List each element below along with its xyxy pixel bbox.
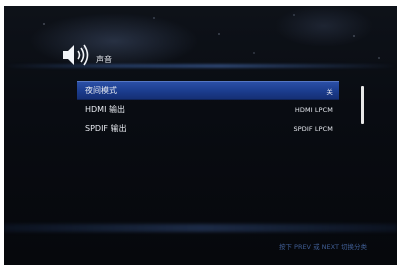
- menu-item-value: 关: [326, 87, 333, 96]
- settings-menu: 夜间模式 关 HDMI 输出 HDMI LPCM SPDIF 输出 SPDIF …: [77, 81, 339, 138]
- menu-item-label: SPDIF 输出: [85, 124, 127, 133]
- menu-item-label: HDMI 输出: [85, 105, 125, 114]
- navigation-hint: 按下 PREV 或 NEXT 切换分类: [278, 243, 367, 251]
- footer-glow-band: [4, 224, 397, 232]
- tv-screen: 声音 夜间模式 关 HDMI 输出 HDMI LPCM SPDIF 输出 SPD…: [4, 6, 397, 265]
- menu-item-spdif-output[interactable]: SPDIF 输出 SPDIF LPCM: [77, 119, 339, 138]
- speaker-icon: [61, 42, 91, 68]
- menu-item-label: 夜间模式: [85, 86, 117, 95]
- menu-item-hdmi-output[interactable]: HDMI 输出 HDMI LPCM: [77, 100, 339, 119]
- menu-item-value: HDMI LPCM: [294, 105, 333, 114]
- menu-item-night-mode[interactable]: 夜间模式 关: [77, 81, 339, 100]
- menu-item-value: SPDIF LPCM: [293, 124, 333, 133]
- page-title: 声音: [96, 55, 112, 64]
- scrollbar[interactable]: [361, 86, 364, 124]
